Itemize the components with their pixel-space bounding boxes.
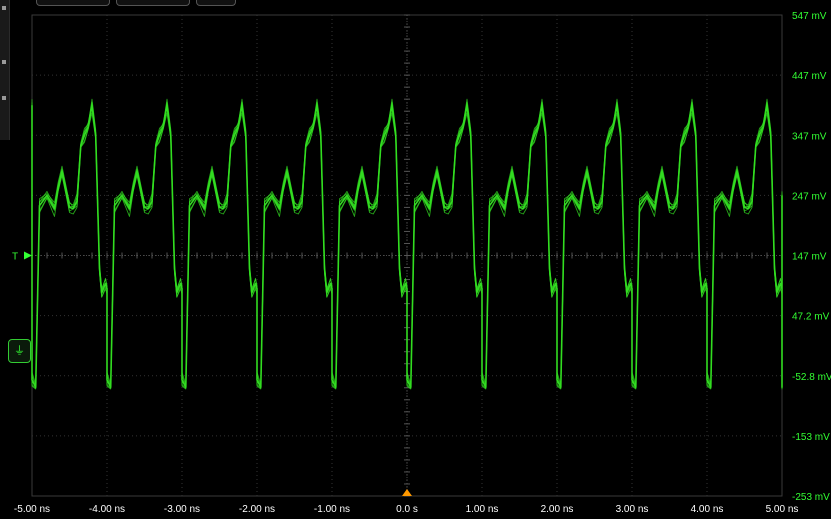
x-tick-label: 3.00 ns (616, 504, 649, 515)
waveform-plot: -5.00 ns -4.00 ns -3.00 ns -2.00 ns -1.00 ns… (12, 11, 831, 515)
x-tick-label: -1.00 ns (314, 504, 350, 515)
waveform-trace (31, 102, 783, 387)
x-tick-label: -2.00 ns (239, 504, 275, 515)
x-tick-label: -5.00 ns (14, 504, 50, 515)
oscilloscope-display: ⏚ -5.00 ns -4.00 ns -3.00 ns -2.00 ns -1.00 … (0, 0, 831, 519)
y-tick-label: 347 mV (792, 131, 827, 142)
x-tick-label: 0.0 s (396, 504, 418, 515)
trigger-level-icon[interactable] (24, 251, 32, 260)
x-tick-label: -3.00 ns (164, 504, 200, 515)
y-tick-label: -52.8 mV (792, 372, 831, 383)
y-tick-label: 247 mV (792, 191, 827, 202)
trigger-level-label: T (12, 252, 18, 263)
x-tick-label: 1.00 ns (466, 504, 499, 515)
y-tick-label: -153 mV (792, 432, 830, 443)
y-tick-label: 447 mV (792, 71, 827, 82)
x-tick-label: 4.00 ns (691, 504, 724, 515)
y-tick-label: 547 mV (792, 11, 827, 22)
x-tick-label: 5.00 ns (766, 504, 799, 515)
x-tick-label: -4.00 ns (89, 504, 125, 515)
y-tick-label: -253 mV (792, 492, 830, 503)
trigger-position-icon[interactable] (402, 489, 412, 496)
x-tick-label: 2.00 ns (541, 504, 574, 515)
y-tick-label: 47.2 mV (792, 312, 830, 323)
y-tick-label: 147 mV (792, 252, 827, 263)
